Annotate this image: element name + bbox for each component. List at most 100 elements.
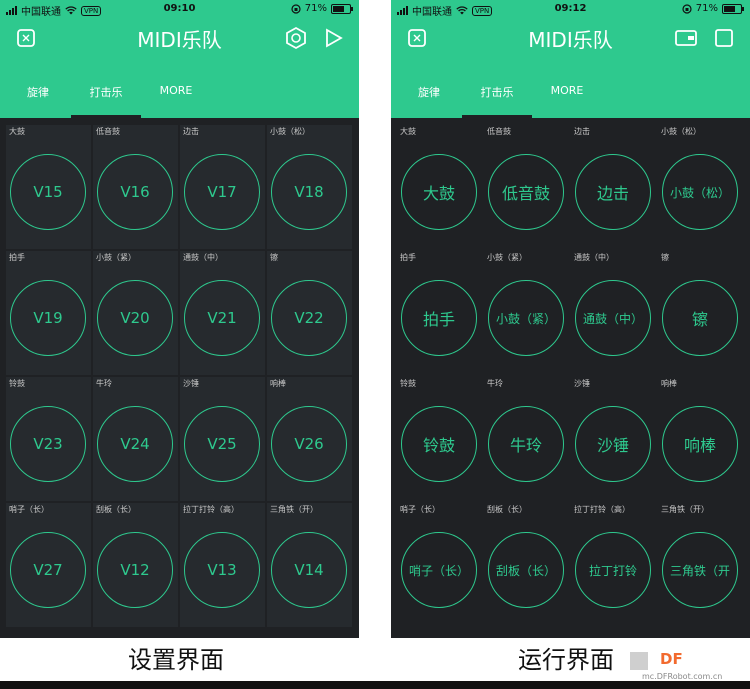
tab-more[interactable]: MORE [146, 84, 206, 97]
pad-cell: 铃鼓 铃鼓 [397, 377, 482, 501]
drum-pad-button[interactable]: V26 [271, 406, 347, 482]
pad-label: 通鼓（中） [183, 253, 223, 262]
pad-cell: 大鼓 大鼓 [397, 125, 482, 249]
tab-melody[interactable]: 旋律 [8, 84, 68, 100]
pad-cell: 刮板（长） V12 [93, 503, 178, 627]
pad-label: 三角铁（开） [661, 505, 709, 514]
pad-cell: 低音鼓 低音鼓 [484, 125, 569, 249]
drum-pad-button[interactable]: 镲 [662, 280, 738, 356]
pad-cell: 响棒 V26 [267, 377, 352, 501]
running-caption: 运行界面 [518, 646, 614, 674]
status-bar: 中国联通 VPN 09:10 71% [0, 0, 359, 18]
pad-cell: 小鼓（松） V18 [267, 125, 352, 249]
status-bar: 中国联通 VPN 09:12 71% [391, 0, 750, 18]
pad-label: 响棒 [270, 379, 286, 388]
pad-cell: 哨子（长） V27 [6, 503, 91, 627]
drum-pad-button[interactable]: V16 [97, 154, 173, 230]
stop-icon[interactable] [712, 26, 736, 50]
drum-pad-button[interactable]: V21 [184, 280, 260, 356]
drum-pad-button[interactable]: V22 [271, 280, 347, 356]
battery-icon [331, 3, 353, 14]
drum-pad-button[interactable]: 通鼓（中） [575, 280, 651, 356]
bottom-strip [0, 681, 750, 689]
drum-pad-button[interactable]: 拉丁打铃 [575, 532, 651, 608]
drum-pad-button[interactable]: 三角铁（开 [662, 532, 738, 608]
drum-pad-button[interactable]: 响棒 [662, 406, 738, 482]
orientation-lock-icon [291, 3, 301, 14]
drum-pad-button[interactable]: V15 [10, 154, 86, 230]
pad-label: 铃鼓 [9, 379, 25, 388]
drum-pad-button[interactable]: 拍手 [401, 280, 477, 356]
drum-pad-button[interactable]: 铃鼓 [401, 406, 477, 482]
pad-cell: 小鼓（紧） 小鼓（紧） [484, 251, 569, 375]
tab-bar: 旋律 打击乐 MORE [391, 76, 750, 118]
drum-pad-button[interactable]: 牛玲 [488, 406, 564, 482]
pad-label: 拍手 [9, 253, 25, 262]
drum-pad-button[interactable]: V12 [97, 532, 173, 608]
watermark-badge-icon [630, 652, 648, 670]
pad-label: 小鼓（松） [661, 127, 701, 136]
pad-label: 哨子（长） [9, 505, 49, 514]
pad-cell: 通鼓（中） 通鼓（中） [571, 251, 656, 375]
battery-icon [722, 3, 744, 14]
pad-cell: 小鼓（紧） V20 [93, 251, 178, 375]
pad-label: 小鼓（紧） [487, 253, 527, 262]
setup-screen: 中国联通 VPN 09:10 71% MIDI乐队 旋律 打击乐 MORE 大鼓… [0, 0, 359, 638]
running-screen: 中国联通 VPN 09:12 71% MIDI乐队 旋律 打击乐 MORE 大鼓… [391, 0, 750, 638]
drum-pad-button[interactable]: V17 [184, 154, 260, 230]
active-tab-indicator [462, 115, 532, 118]
drum-pad-button[interactable]: V13 [184, 532, 260, 608]
tab-more[interactable]: MORE [537, 84, 597, 97]
pad-cell: 三角铁（开） V14 [267, 503, 352, 627]
tab-percussion[interactable]: 打击乐 [467, 84, 527, 100]
battery-percent: 71% [304, 3, 327, 14]
pad-cell: 拍手 V19 [6, 251, 91, 375]
drum-pad-button[interactable]: 边击 [575, 154, 651, 230]
drum-pad-button[interactable]: 大鼓 [401, 154, 477, 230]
title-bar: MIDI乐队 [0, 20, 359, 56]
pad-label: 小鼓（松） [270, 127, 310, 136]
pad-cell: 沙锤 沙锤 [571, 377, 656, 501]
pad-cell: 铃鼓 V23 [6, 377, 91, 501]
pad-label: 牛玲 [487, 379, 503, 388]
wallet-icon[interactable] [674, 26, 698, 50]
drum-pad-button[interactable]: 刮板（长） [488, 532, 564, 608]
drum-pad-button[interactable]: V20 [97, 280, 173, 356]
pad-label: 低音鼓 [96, 127, 120, 136]
pad-grid: 大鼓 V15 低音鼓 V16 边击 V17 小鼓（松） V18 拍手 V19 小鼓（紧） V20 通鼓（… [6, 125, 353, 627]
pad-label: 沙锤 [574, 379, 590, 388]
pad-cell: 镲 V22 [267, 251, 352, 375]
battery-percent: 71% [695, 3, 718, 14]
pad-cell: 牛玲 V24 [93, 377, 178, 501]
drum-pad-button[interactable]: 小鼓（松） [662, 154, 738, 230]
pad-label: 拍手 [400, 253, 416, 262]
play-icon[interactable] [321, 26, 345, 50]
drum-pad-button[interactable]: V27 [10, 532, 86, 608]
pad-cell: 三角铁（开） 三角铁（开 [658, 503, 743, 627]
pad-label: 镲 [270, 253, 278, 262]
pad-label: 小鼓（紧） [96, 253, 136, 262]
pad-label: 响棒 [661, 379, 677, 388]
pad-label: 哨子（长） [400, 505, 440, 514]
drum-pad-button[interactable]: V23 [10, 406, 86, 482]
pad-cell: 沙锤 V25 [180, 377, 265, 501]
drum-pad-button[interactable]: V14 [271, 532, 347, 608]
drum-pad-button[interactable]: 小鼓（紧） [488, 280, 564, 356]
drum-pad-button[interactable]: 沙锤 [575, 406, 651, 482]
drum-pad-button[interactable]: V19 [10, 280, 86, 356]
drum-pad-button[interactable]: V25 [184, 406, 260, 482]
pad-label: 沙锤 [183, 379, 199, 388]
drum-pad-button[interactable]: 哨子（长） [401, 532, 477, 608]
pad-label: 拉丁打铃（高） [574, 505, 630, 514]
pad-cell: 镲镲 [658, 251, 743, 375]
drum-pad-button[interactable]: 低音鼓 [488, 154, 564, 230]
drum-pad-button[interactable]: V24 [97, 406, 173, 482]
pad-cell: 哨子（长） 哨子（长） [397, 503, 482, 627]
tab-percussion[interactable]: 打击乐 [76, 84, 136, 100]
pad-cell: 通鼓（中） V21 [180, 251, 265, 375]
orientation-lock-icon [682, 3, 692, 14]
drum-pad-button[interactable]: V18 [271, 154, 347, 230]
settings-hexagon-icon[interactable] [284, 26, 308, 50]
tab-melody[interactable]: 旋律 [399, 84, 459, 100]
title-bar: MIDI乐队 [391, 20, 750, 56]
